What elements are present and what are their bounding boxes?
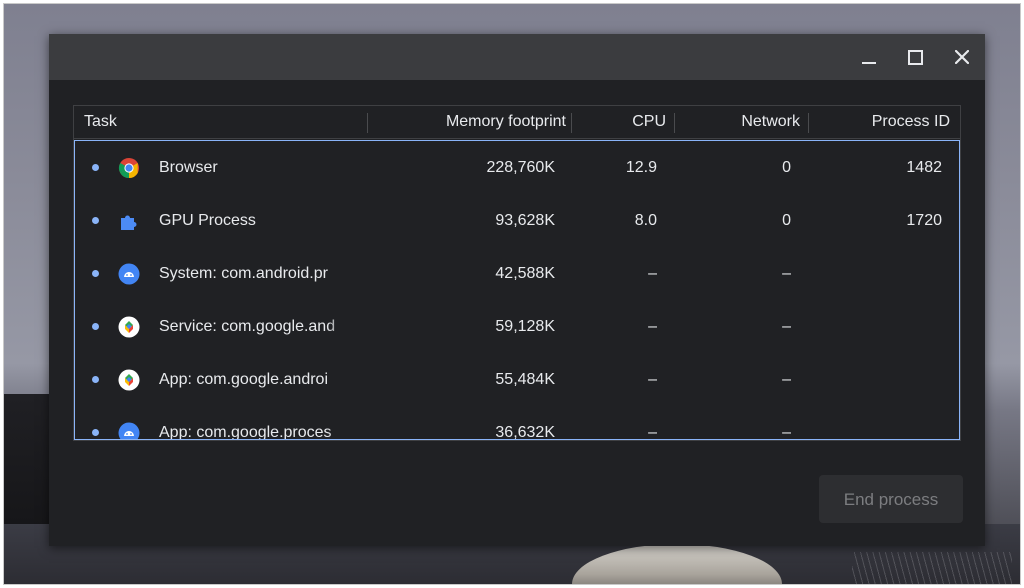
- minimize-icon: [862, 62, 876, 64]
- header-network[interactable]: Network: [741, 106, 800, 138]
- text-fade: [327, 353, 351, 406]
- table-row[interactable]: System: com.android.pr 42,588K – –: [75, 247, 959, 300]
- cell-cpu: –: [648, 265, 657, 282]
- cell-cpu: 8.0: [634, 212, 657, 229]
- cell-memory-footprint: 55,484K: [495, 371, 555, 388]
- column-divider[interactable]: [808, 113, 809, 133]
- title-bar[interactable]: [49, 34, 985, 80]
- status-dot: [92, 217, 99, 224]
- text-fade: [327, 300, 351, 353]
- end-process-button[interactable]: End process: [819, 475, 963, 523]
- status-dot: [92, 429, 99, 436]
- text-fade: [327, 194, 351, 247]
- minimize-button[interactable]: [855, 43, 883, 71]
- cell-memory-footprint: 36,632K: [495, 424, 555, 440]
- cell-memory-footprint: 42,588K: [495, 265, 555, 282]
- cell-cpu: –: [648, 424, 657, 440]
- android-icon: [118, 263, 140, 285]
- status-dot: [92, 270, 99, 277]
- cell-network: 0: [782, 212, 791, 229]
- header-cpu[interactable]: CPU: [632, 106, 666, 138]
- table-row[interactable]: GPU Process 93,628K 8.0 0 1720: [75, 194, 959, 247]
- cell-network: –: [782, 371, 791, 388]
- header-task[interactable]: Task: [84, 106, 117, 138]
- process-table: Task Memory footprint CPU Network Proces…: [73, 105, 961, 441]
- cell-memory-footprint: 93,628K: [495, 212, 555, 229]
- table-row[interactable]: Browser 228,760K 12.9 0 1482: [75, 141, 959, 194]
- text-fade: [327, 141, 351, 194]
- google-play-services-icon: [118, 369, 140, 391]
- status-dot: [92, 376, 99, 383]
- cell-task-name: System: com.android.pr: [159, 247, 351, 300]
- cell-process-id: 1720: [906, 212, 942, 229]
- table-row[interactable]: App: com.google.proces 36,632K – –: [75, 406, 959, 440]
- table-body[interactable]: Browser 228,760K 12.9 0 1482 GPU Process 93,62…: [74, 140, 960, 440]
- cell-network: 0: [782, 159, 791, 176]
- cell-task-name: Browser: [159, 141, 351, 194]
- status-dot: [92, 164, 99, 171]
- table-header: Task Memory footprint CPU Network Proces…: [74, 106, 960, 139]
- maximize-icon: [907, 49, 923, 65]
- cell-task-name: GPU Process: [159, 194, 351, 247]
- header-memory-footprint[interactable]: Memory footprint: [446, 106, 566, 138]
- header-process-id[interactable]: Process ID: [872, 106, 950, 138]
- column-divider[interactable]: [674, 113, 675, 133]
- cell-process-id: 1482: [906, 159, 942, 176]
- cell-task-name: App: com.google.proces: [159, 406, 351, 439]
- cell-cpu: 12.9: [625, 159, 657, 176]
- column-divider[interactable]: [367, 113, 368, 133]
- text-fade: [327, 247, 351, 300]
- android-icon: [118, 422, 140, 439]
- cell-memory-footprint: 59,128K: [495, 318, 555, 335]
- cell-cpu: –: [648, 318, 657, 335]
- cell-task-name: App: com.google.androi: [159, 353, 351, 406]
- google-play-services-icon: [118, 316, 140, 338]
- cell-task-name: Service: com.google.and: [159, 300, 351, 353]
- text-fade: [327, 406, 351, 439]
- wallpaper-grass: [852, 552, 1012, 584]
- cell-network: –: [782, 318, 791, 335]
- cell-cpu: –: [648, 371, 657, 388]
- chrome-icon: [118, 157, 140, 179]
- status-dot: [92, 323, 99, 330]
- column-divider[interactable]: [571, 113, 572, 133]
- close-icon: [955, 50, 969, 64]
- close-button[interactable]: [948, 43, 976, 71]
- maximize-button[interactable]: [901, 43, 929, 71]
- table-row[interactable]: Service: com.google.and 59,128K – –: [75, 300, 959, 353]
- cell-network: –: [782, 265, 791, 282]
- puzzle-icon: [118, 210, 140, 232]
- cell-memory-footprint: 228,760K: [486, 159, 555, 176]
- cell-network: –: [782, 424, 791, 440]
- table-row[interactable]: App: com.google.androi 55,484K – –: [75, 353, 959, 406]
- task-manager-window: Task Memory footprint CPU Network Proces…: [49, 34, 985, 546]
